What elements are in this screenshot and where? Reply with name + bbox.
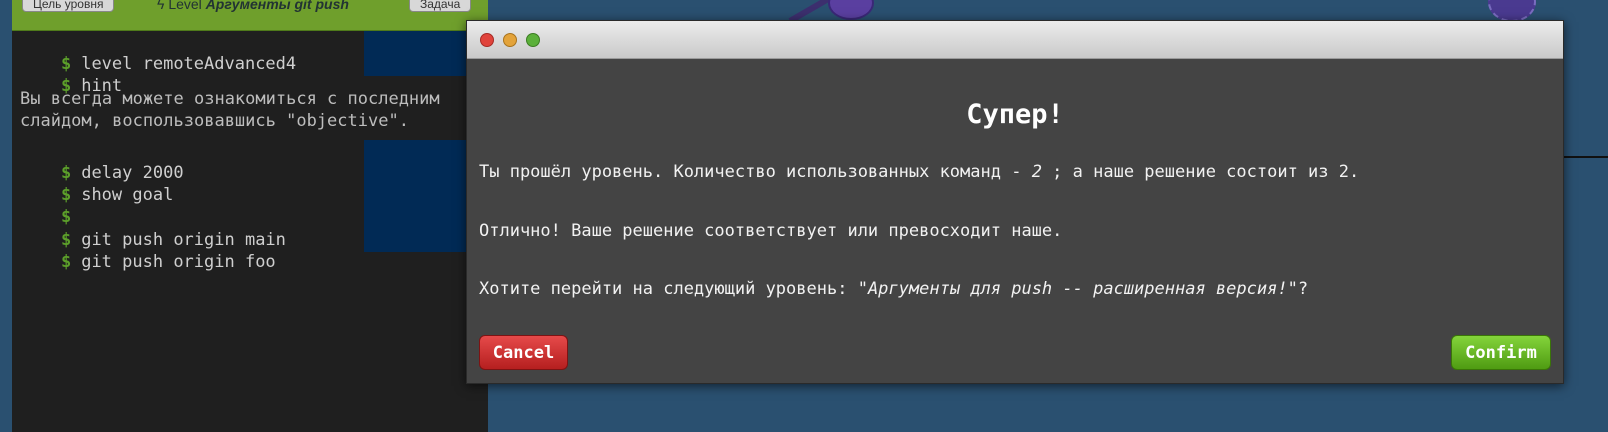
graph-node: [828, 0, 874, 20]
command-line: $ hint: [12, 53, 488, 96]
lightning-icon: ϟ: [157, 0, 165, 12]
result-message: Отлично! Ваше решение соответствует или …: [479, 221, 1063, 241]
result-summary: Ты прошёл уровень. Количество использова…: [479, 162, 1360, 182]
minimize-window-icon[interactable]: [503, 33, 517, 47]
command-line: $ show goal: [12, 162, 488, 205]
next-level-prompt: Хотите перейти на следующий уровень: "Ар…: [479, 279, 1309, 299]
dialog-titlebar: [467, 21, 1563, 59]
cancel-button[interactable]: Cancel: [479, 335, 568, 370]
command-line: $ git push origin foo: [12, 229, 488, 272]
task-button[interactable]: Задача: [409, 0, 472, 12]
command-count: 2: [1031, 162, 1042, 182]
close-window-icon[interactable]: [480, 33, 494, 47]
command-line: $ delay 2000: [12, 140, 488, 183]
graph-node: [1488, 0, 1536, 22]
prompt-symbol: $: [60, 252, 72, 272]
command-line: $ level remoteAdvanced4: [12, 31, 488, 74]
level-name: Аргументы git push: [205, 0, 349, 12]
maximize-window-icon[interactable]: [526, 33, 540, 47]
goal-button[interactable]: Цель уровня: [22, 0, 115, 12]
level-complete-dialog: Супер! Ты прошёл уровень. Количество исп…: [466, 20, 1564, 384]
command-line: $ git push origin main: [12, 207, 488, 250]
next-level-name: "Аргументы для push -- расширенная верси…: [857, 279, 1298, 299]
level-title: ϟ Level Аргументы git push: [157, 0, 349, 12]
level-header: Цель уровня ϟ Level Аргументы git push З…: [12, 0, 488, 31]
hint-text: Вы всегда можете ознакомиться с последни…: [20, 89, 440, 131]
dialog-heading: Супер!: [966, 99, 1064, 130]
confirm-button[interactable]: Confirm: [1451, 335, 1551, 370]
command-line: $: [12, 184, 488, 227]
command-text: git push origin foo: [81, 252, 276, 272]
terminal-panel: Цель уровня ϟ Level Аргументы git push З…: [12, 0, 488, 432]
graph-divider: [1560, 156, 1608, 158]
